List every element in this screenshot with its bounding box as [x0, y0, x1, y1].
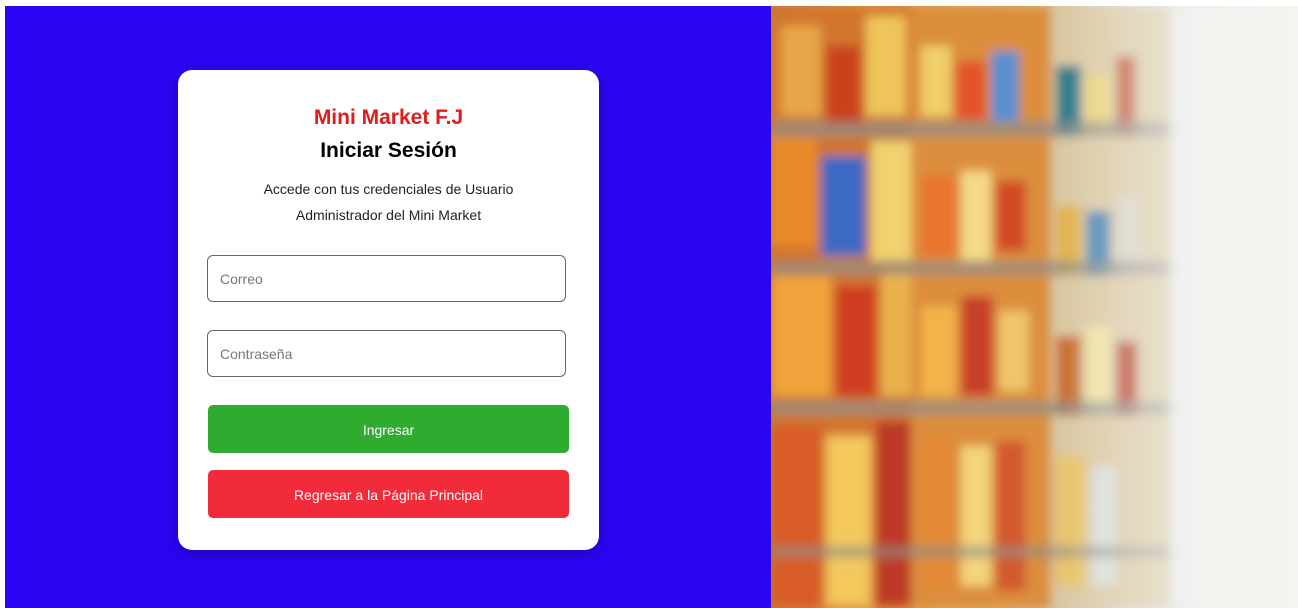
supermarket-image — [771, 6, 1298, 608]
login-page: Mini Market F.J Iniciar Sesión Accede co… — [0, 6, 1298, 608]
email-field — [207, 255, 566, 302]
page-title: Iniciar Sesión — [320, 139, 457, 162]
email-input[interactable] — [208, 256, 565, 301]
login-panel: Mini Market F.J Iniciar Sesión Accede co… — [5, 6, 771, 608]
password-input[interactable] — [208, 331, 565, 376]
login-button[interactable]: Ingresar — [208, 405, 569, 453]
back-to-home-button[interactable]: Regresar a la Página Principal — [208, 470, 569, 518]
login-card: Mini Market F.J Iniciar Sesión Accede co… — [178, 70, 599, 550]
brand-name: Mini Market F.J — [313, 106, 464, 129]
supermarket-shelves-photo-icon — [771, 6, 1298, 608]
login-instructions: Accede con tus credenciales de Usuario A… — [263, 181, 514, 223]
password-field — [207, 330, 566, 377]
